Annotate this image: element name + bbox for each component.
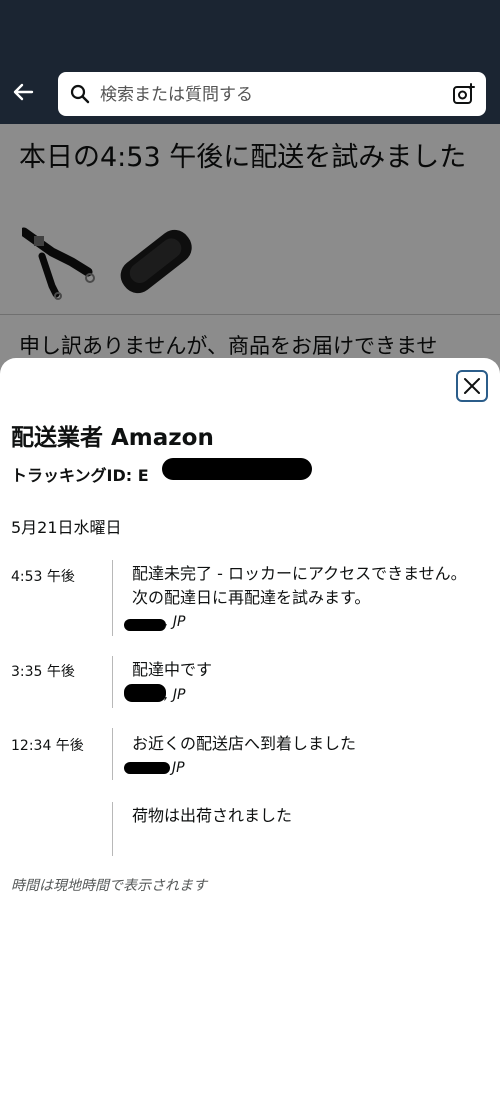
search-bar[interactable] [58,72,486,118]
status-bar [0,0,500,62]
timeline-line [112,656,113,708]
tracking-bottom-sheet: 配送業者 Amazon トラッキングID: E 5月21日水曜日 4:53 午後… [0,358,500,1111]
arrow-left-icon [13,83,34,101]
timezone-footnote: 時間は現地時間で表示されます [11,878,207,894]
event-text: 配達未完了 - ロッカーにアクセスできません。次の配達日に再配達を試みます。 [132,564,467,607]
search-input[interactable] [98,72,442,118]
redaction-mark [162,458,312,480]
top-header [0,62,500,124]
date-heading: 5月21日水曜日 [11,518,122,537]
camera-plus-icon[interactable] [452,82,476,106]
event-time: 3:35 午後 [11,664,75,680]
redaction-mark [124,762,170,774]
timeline-line [112,728,113,780]
event-location: , JP [164,614,186,630]
redaction-mark [124,684,166,702]
timeline-line [112,560,113,636]
event-text: 荷物は出荷されました [132,806,293,825]
event-time: 12:34 午後 [11,738,84,754]
carrier-title: 配送業者 Amazon [11,425,214,451]
event-text: 配達中です [132,660,213,679]
event-text: お近くの配送店へ到着しました [132,734,357,753]
event-time: 4:53 午後 [11,569,75,585]
event-location: JP [172,760,185,776]
back-button[interactable] [8,76,38,108]
event-location: , JP [164,687,186,703]
search-icon [70,84,90,104]
timeline-line [112,802,113,856]
close-icon [464,378,480,394]
tracking-id: トラッキングID: E [11,466,149,485]
redaction-mark [124,619,166,631]
close-button[interactable] [456,370,488,402]
